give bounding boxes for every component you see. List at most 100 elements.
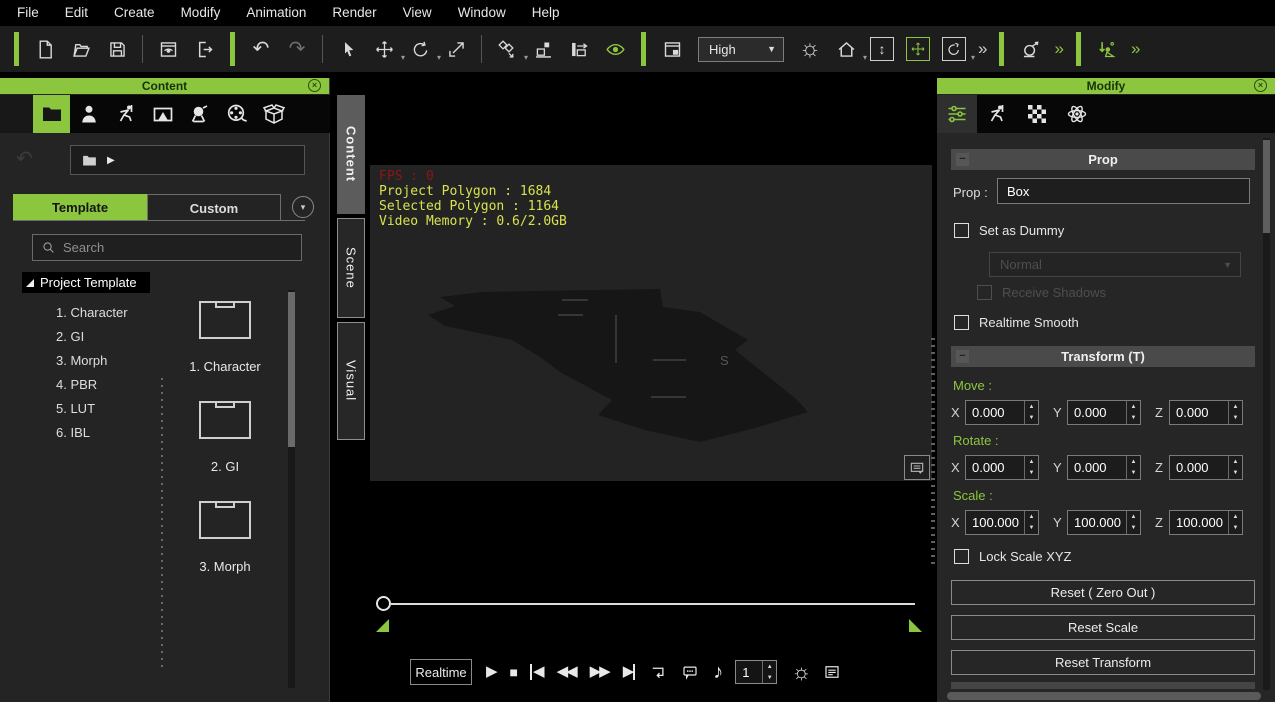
spin-down-icon[interactable]: ▼ [1229, 468, 1242, 480]
camera-home-icon[interactable]: ▾ [830, 33, 862, 65]
search-input[interactable] [63, 240, 293, 255]
tree-item-lut[interactable]: 5. LUT [56, 396, 156, 420]
thumbnail-gi[interactable]: 2. GI [170, 392, 280, 474]
transform-section-header[interactable]: − Transform (T) [951, 346, 1255, 367]
tab-template[interactable]: Template [13, 194, 147, 221]
content-close-icon[interactable]: × [308, 79, 321, 92]
tab-animation[interactable] [107, 95, 144, 133]
side-tab-visual[interactable]: Visual [337, 322, 365, 440]
tree-item-character[interactable]: 1. Character [56, 300, 156, 324]
lock-scale-checkbox[interactable] [954, 549, 969, 564]
collapse-icon[interactable]: − [956, 153, 969, 166]
realtime-smooth-checkbox[interactable] [954, 315, 969, 330]
preview-window-icon[interactable] [152, 33, 184, 65]
scale-x-field[interactable] [966, 515, 1024, 530]
rotate-z-stepper[interactable]: ▲▼ [1169, 455, 1243, 480]
spin-up-icon[interactable]: ▲ [1229, 456, 1242, 468]
move-y-field[interactable] [1068, 405, 1126, 420]
spin-up-icon[interactable]: ▲ [1025, 511, 1038, 523]
tree-item-project-template[interactable]: Project Template [22, 272, 150, 293]
spin-up-icon[interactable]: ▲ [1127, 456, 1140, 468]
menu-window[interactable]: Window [445, 0, 519, 26]
move-x-stepper[interactable]: ▲▼ [965, 400, 1039, 425]
spin-down-icon[interactable]: ▼ [1127, 523, 1140, 535]
spin-up-icon[interactable]: ▲ [1229, 401, 1242, 413]
thumbnail-scrollbar-thumb[interactable] [288, 292, 295, 447]
orbit-gizmo-caret-icon[interactable]: ▾ [971, 54, 975, 62]
spin-down-icon[interactable]: ▼ [1025, 523, 1038, 535]
frame-stepper[interactable]: 1 ▲▼ [735, 660, 777, 684]
spin-up-icon[interactable]: ▲ [1127, 511, 1140, 523]
thumbnail-character[interactable]: 1. Character [170, 292, 280, 374]
stop-button[interactable]: ■ [510, 664, 516, 680]
loop-button[interactable] [649, 663, 667, 681]
library-collapse-icon[interactable]: ▾ [292, 196, 314, 218]
tab-animation-settings[interactable] [977, 95, 1017, 133]
scale-x-stepper[interactable]: ▲▼ [965, 510, 1039, 535]
menu-render[interactable]: Render [319, 0, 389, 26]
tree-item-morph[interactable]: 3. Morph [56, 348, 156, 372]
menu-animation[interactable]: Animation [233, 0, 319, 26]
rotate-z-field[interactable] [1170, 460, 1228, 475]
motion-target-icon[interactable] [1091, 33, 1123, 65]
rotate-tool-icon[interactable]: ▾ [404, 33, 436, 65]
tab-physics-settings[interactable] [1057, 95, 1097, 133]
menu-modify[interactable]: Modify [168, 0, 234, 26]
caption-button[interactable] [681, 663, 699, 681]
tab-custom[interactable]: Custom [147, 194, 281, 221]
orbit-gizmo-icon[interactable]: ▾ [938, 33, 970, 65]
rotate-x-stepper[interactable]: ▲▼ [965, 455, 1039, 480]
scale-z-field[interactable] [1170, 515, 1228, 530]
render-settings-icon[interactable]: ☼ [791, 664, 809, 680]
annotation-icon[interactable] [904, 455, 930, 480]
scale-y-field[interactable] [1068, 515, 1126, 530]
move-z-stepper[interactable]: ▲▼ [1169, 400, 1243, 425]
tab-scene[interactable] [144, 95, 181, 133]
move-z-field[interactable] [1170, 405, 1228, 420]
spin-down-icon[interactable]: ▼ [1229, 413, 1242, 425]
menu-create[interactable]: Create [101, 0, 168, 26]
audio-note-button[interactable]: ♪ [713, 664, 721, 680]
spin-up-icon[interactable]: ▲ [1025, 401, 1038, 413]
open-project-icon[interactable] [65, 33, 97, 65]
modify-panel-header[interactable]: Modify × [937, 78, 1275, 94]
go-to-end-button[interactable]: ▶ [623, 664, 636, 680]
dock-layout-icon[interactable] [656, 33, 688, 65]
timeline-panel-icon[interactable] [823, 663, 841, 681]
realtime-button[interactable]: Realtime [410, 659, 472, 685]
tree-item-ibl[interactable]: 6. IBL [56, 420, 156, 444]
pan-gizmo-icon[interactable] [902, 33, 934, 65]
tab-material-settings[interactable] [1017, 95, 1057, 133]
spin-down-icon[interactable]: ▼ [1025, 468, 1038, 480]
reset-scale-button[interactable]: Reset Scale [951, 615, 1255, 640]
modify-scrollbar-thumb[interactable] [1263, 140, 1270, 233]
quality-select[interactable]: High ▼ [698, 37, 784, 62]
tab-prop-settings[interactable] [937, 95, 977, 133]
go-to-start-button[interactable]: ◀ [530, 664, 543, 680]
collapse-icon[interactable]: − [956, 350, 969, 363]
orbit-camera-icon[interactable] [1014, 33, 1046, 65]
menu-view[interactable]: View [390, 0, 445, 26]
spin-up-icon[interactable]: ▲ [1229, 511, 1242, 523]
viewport-splitter[interactable] [931, 338, 935, 568]
tab-light[interactable] [181, 95, 218, 133]
viewport-3d[interactable]: S FPS : 0 Project Polygon : 1684 Selecte… [370, 165, 932, 481]
rotate-x-field[interactable] [966, 460, 1024, 475]
reset-transform-button[interactable]: Reset Transform [951, 650, 1255, 675]
tab-actor[interactable] [70, 95, 107, 133]
tab-props[interactable] [255, 95, 292, 133]
timeline-playhead-knob[interactable] [376, 596, 391, 611]
align-object-icon[interactable] [527, 33, 559, 65]
tree-item-gi[interactable]: 2. GI [56, 324, 156, 348]
tree-expanded-icon[interactable] [26, 279, 34, 287]
set-as-dummy-checkbox[interactable] [954, 223, 969, 238]
next-section-header-partial[interactable] [951, 682, 1255, 689]
modify-hscrollbar-thumb[interactable] [947, 692, 1261, 700]
timeline-range-start-marker[interactable] [376, 619, 389, 632]
show-hide-icon[interactable] [599, 33, 631, 65]
export-icon[interactable] [188, 33, 220, 65]
modify-close-icon[interactable]: × [1254, 79, 1267, 92]
dolly-gizmo-icon[interactable]: ↕ [866, 33, 898, 65]
thumbnail-morph[interactable]: 3. Morph [170, 492, 280, 574]
menu-edit[interactable]: Edit [52, 0, 101, 26]
